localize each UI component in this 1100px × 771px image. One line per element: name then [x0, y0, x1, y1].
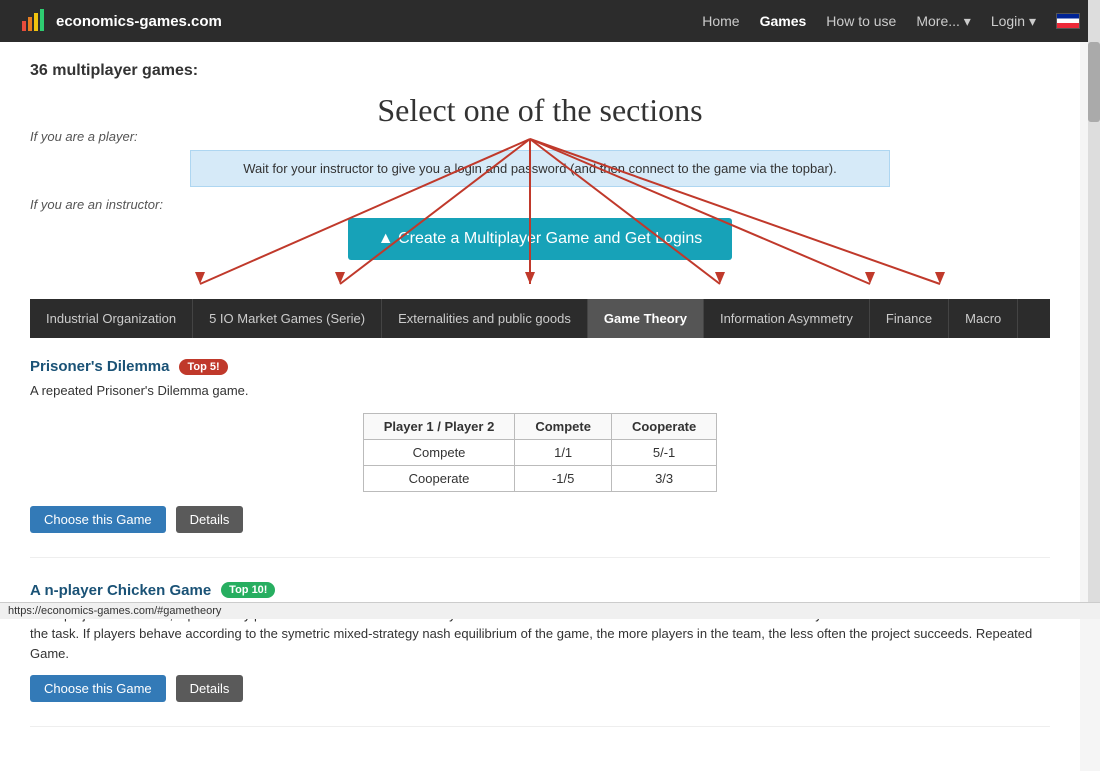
table-cell-compete-cooperate: 5/-1	[611, 439, 716, 465]
nav-login[interactable]: Login ▾	[991, 13, 1036, 30]
scrollbar[interactable]	[1088, 0, 1100, 619]
nav-home[interactable]: Home	[702, 13, 739, 29]
table-cell-cooperate-cooperate: 3/3	[611, 465, 716, 491]
game-title-prisoners-dilemma[interactable]: Prisoner's Dilemma	[30, 358, 169, 375]
page-count: 36 multiplayer games:	[30, 62, 1050, 80]
tab-externalities[interactable]: Externalities and public goods	[382, 299, 588, 338]
game-title-row-1: Prisoner's Dilemma Top 5!	[30, 358, 1050, 375]
table-header-compete: Compete	[515, 413, 612, 439]
if-player-label: If you are a player:	[30, 129, 1050, 144]
main-content: 36 multiplayer games: Select one of the …	[0, 42, 1080, 771]
if-instructor-label: If you are an instructor:	[30, 197, 1050, 212]
table-cell-cooperate-compete: -1/5	[515, 465, 612, 491]
btn-row-2: Choose this Game Details	[30, 675, 1050, 702]
navbar-links: Home Games How to use More... ▾ Login ▾	[702, 13, 1080, 30]
btn-row-1: Choose this Game Details	[30, 506, 1050, 533]
badge-top5: Top 5!	[179, 359, 227, 375]
tab-game-theory[interactable]: Game Theory	[588, 299, 704, 338]
scrollbar-thumb[interactable]	[1088, 42, 1100, 122]
status-bar: https://economics-games.com/#gametheory	[0, 602, 1100, 619]
game-title-row-2: A n-player Chicken Game Top 10!	[30, 582, 1050, 599]
tab-industrial-organization[interactable]: Industrial Organization	[30, 299, 193, 338]
game-prisoners-dilemma: Prisoner's Dilemma Top 5! A repeated Pri…	[30, 358, 1050, 558]
choose-game-button-1[interactable]: Choose this Game	[30, 506, 166, 533]
tab-macro[interactable]: Macro	[949, 299, 1018, 338]
brand: economics-games.com	[20, 7, 222, 35]
payoff-table-prisoners-dilemma: Player 1 / Player 2 Compete Cooperate Co…	[363, 413, 718, 492]
choose-game-button-2[interactable]: Choose this Game	[30, 675, 166, 702]
tab-io-market-games[interactable]: 5 IO Market Games (Serie)	[193, 299, 382, 338]
player-message: Wait for your instructor to give you a l…	[243, 161, 837, 176]
details-button-1[interactable]: Details	[176, 506, 244, 533]
game-description-prisoners-dilemma: A repeated Prisoner's Dilemma game.	[30, 381, 1050, 401]
table-header-cooperate: Cooperate	[611, 413, 716, 439]
badge-top10: Top 10!	[221, 582, 275, 598]
table-cell-compete-label: Compete	[363, 439, 515, 465]
nav-more[interactable]: More... ▾	[916, 13, 970, 30]
tab-finance[interactable]: Finance	[870, 299, 949, 338]
tabs-bar: Industrial Organization 5 IO Market Game…	[30, 299, 1050, 338]
brand-icon	[20, 7, 48, 35]
table-row: Cooperate -1/5 3/3	[363, 465, 717, 491]
table-row: Compete 1/1 5/-1	[363, 439, 717, 465]
language-flag[interactable]	[1056, 13, 1080, 29]
create-game-button[interactable]: Create a Multiplayer Game and Get Logins	[348, 218, 732, 260]
game-title-chicken[interactable]: A n-player Chicken Game	[30, 582, 211, 599]
table-cell-cooperate-label: Cooperate	[363, 465, 515, 491]
table-cell-compete-compete: 1/1	[515, 439, 612, 465]
status-url: https://economics-games.com/#gametheory	[8, 605, 221, 617]
tab-information-asymmetry[interactable]: Information Asymmetry	[704, 299, 870, 338]
table-header-players: Player 1 / Player 2	[363, 413, 515, 439]
select-section-title: Select one of the sections	[30, 92, 1050, 129]
nav-howto[interactable]: How to use	[826, 13, 896, 29]
player-section: If you are a player: Wait for your instr…	[30, 129, 1050, 187]
nav-games[interactable]: Games	[760, 13, 807, 29]
instructor-section: If you are an instructor: Create a Multi…	[30, 197, 1050, 260]
player-message-box: Wait for your instructor to give you a l…	[190, 150, 890, 187]
details-button-2[interactable]: Details	[176, 675, 244, 702]
brand-text: economics-games.com	[56, 13, 222, 30]
navbar: economics-games.com Home Games How to us…	[0, 0, 1100, 42]
